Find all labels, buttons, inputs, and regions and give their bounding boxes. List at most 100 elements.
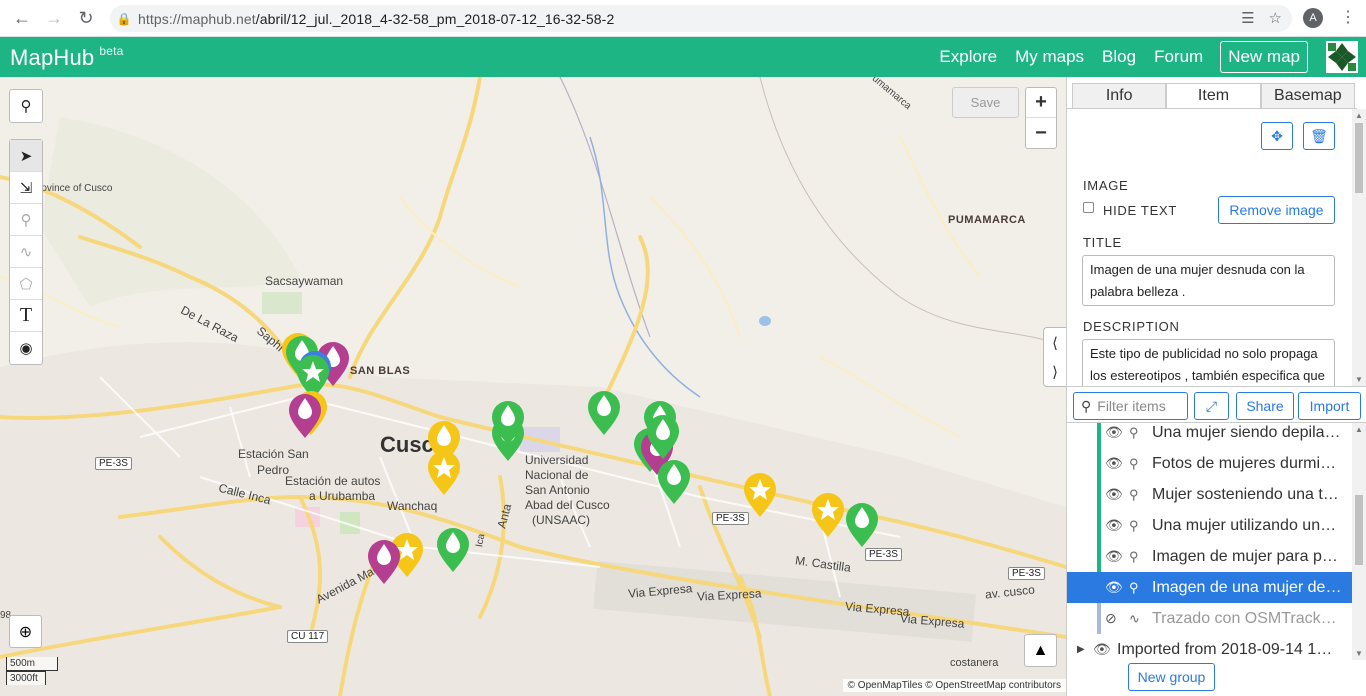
remove-image-button[interactable]: Remove image — [1218, 196, 1335, 224]
edit-arrow-icon[interactable]: ⇲ — [10, 172, 42, 204]
description-label: DESCRIPTION — [1083, 319, 1180, 334]
side-panel: Info Item Basemap ✥ 🗑 IMAGE HIDE TEXT Re… — [1066, 77, 1366, 696]
list-item[interactable]: ⊘ ∿ Trazado con OSMTrack… — [1067, 603, 1352, 634]
text-tool-icon[interactable]: T — [10, 300, 42, 332]
line-tool-icon[interactable]: ∿ — [10, 236, 42, 268]
search-icon[interactable]: ⚲ — [10, 90, 42, 122]
pin-icon: ⚲ — [1129, 517, 1139, 533]
eye-icon[interactable]: 👁 — [1105, 424, 1123, 441]
description-field[interactable]: Este tipo de publicidad no solo propaga … — [1082, 339, 1335, 386]
map-basemap — [0, 77, 1066, 696]
translate-icon[interactable]: ☰ — [1241, 9, 1254, 27]
label-university-2: Nacional de — [525, 468, 589, 482]
tab-basemap[interactable]: Basemap — [1260, 83, 1355, 108]
zoom-control: + − — [1025, 87, 1057, 149]
search-toolbar: ⚲ — [9, 89, 43, 123]
locate-me-icon[interactable]: ⊕ — [9, 615, 42, 648]
properties-scrollbar[interactable]: ▲ ▼ — [1352, 109, 1366, 386]
list-item[interactable]: 👁 ⚲ Mujer sosteniendo una t… — [1067, 479, 1352, 510]
chevron-right-icon[interactable]: ⟩ — [1052, 363, 1058, 381]
move-icon[interactable]: ✥ — [1261, 122, 1293, 150]
forward-arrow-icon[interactable]: → — [38, 2, 70, 34]
share-button[interactable]: Share — [1236, 392, 1294, 420]
polygon-tool-icon[interactable]: ⬠ — [10, 268, 42, 300]
item-properties: ✥ 🗑 IMAGE HIDE TEXT Remove image TITLE I… — [1067, 109, 1352, 386]
label-university-3: San Antonio — [525, 483, 590, 497]
title-field[interactable]: Imagen de una mujer desnuda con la palab… — [1082, 255, 1335, 306]
road-shield: PE-3S — [1008, 567, 1045, 580]
camera-icon[interactable]: ◉ — [10, 332, 42, 364]
eye-icon[interactable]: 👁 — [1093, 641, 1111, 658]
items-toolbar: ⚲ Filter items ⤢ Share Import — [1067, 386, 1366, 423]
items-scrollbar[interactable]: ▲ ▼ — [1352, 423, 1366, 660]
address-bar[interactable]: 🔒 https://maphub.net/abril/12_jul._2018_… — [110, 5, 1292, 32]
list-item-selected[interactable]: 👁 ⚲ Imagen de una mujer de… — [1067, 572, 1352, 603]
top-navigation: Explore My maps Blog Forum New map — [921, 37, 1308, 77]
profile-avatar[interactable]: A — [1303, 8, 1323, 28]
save-button[interactable]: Save — [952, 87, 1019, 118]
hide-text-label[interactable]: HIDE TEXT — [1103, 203, 1177, 218]
tab-info[interactable]: Info — [1072, 83, 1167, 108]
eye-icon[interactable]: 👁 — [1105, 455, 1123, 472]
list-item[interactable]: 👁 ⚲ Una mujer utilizando un… — [1067, 510, 1352, 541]
nav-forum[interactable]: Forum — [1154, 47, 1203, 67]
zoom-in-button[interactable]: + — [1026, 88, 1056, 118]
panel-toggle[interactable]: ⟨ ⟩ — [1043, 327, 1066, 387]
label-sacsaywaman: Sacsaywaman — [265, 274, 344, 288]
eye-icon[interactable]: 👁 — [1105, 548, 1123, 565]
import-button[interactable]: Import — [1298, 392, 1361, 420]
nav-blog[interactable]: Blog — [1102, 47, 1136, 67]
label-wanchaq: Wanchaq — [387, 499, 438, 513]
new-map-button[interactable]: New map — [1220, 41, 1308, 73]
pin-icon: ⚲ — [1129, 486, 1139, 502]
chevron-left-icon[interactable]: ⟨ — [1052, 334, 1058, 352]
nav-explore[interactable]: Explore — [939, 47, 997, 67]
label-university-1: Universidad — [525, 453, 589, 467]
filter-input[interactable]: ⚲ Filter items — [1073, 392, 1188, 420]
list-item[interactable]: 👁 ⚲ Fotos de mujeres durmi… — [1067, 448, 1352, 479]
new-group-button[interactable]: New group — [1128, 663, 1215, 691]
label-pumamarca: PUMAMARCA — [948, 214, 1026, 226]
app-header: MapHub beta Explore My maps Blog Forum Ne… — [0, 37, 1366, 77]
road-shield: PE-3S — [712, 512, 749, 525]
browser-menu-icon[interactable]: ⋮ — [1340, 8, 1356, 28]
north-arrow-icon[interactable]: ▲ — [1024, 634, 1057, 667]
label-cusco: Cusco — [380, 432, 448, 457]
label-estacion-autos: Estación de autos — [285, 474, 381, 488]
back-arrow-icon[interactable]: ← — [6, 2, 38, 34]
bookmark-star-icon[interactable]: ☆ — [1269, 9, 1282, 27]
pin-icon: ⚲ — [1129, 548, 1139, 564]
label-province: rovince of Cusco — [38, 183, 113, 194]
panel-tabs: Info Item Basemap — [1072, 83, 1355, 108]
eye-slash-icon[interactable]: ⊘ — [1105, 610, 1117, 627]
map-attribution[interactable]: © OpenMapTiles © OpenStreetMap contribut… — [842, 679, 1066, 692]
zoom-out-button[interactable]: − — [1026, 118, 1056, 148]
list-item[interactable]: 👁 ⚲ Imagen de mujer para p… — [1067, 541, 1352, 572]
reload-icon[interactable]: ↻ — [70, 2, 102, 34]
search-icon: ⚲ — [1081, 397, 1092, 414]
expand-icon[interactable]: ⤢ — [1194, 392, 1229, 420]
nav-my-maps[interactable]: My maps — [1015, 47, 1084, 67]
hide-text-checkbox[interactable] — [1083, 202, 1094, 213]
pin-icon: ⚲ — [1129, 455, 1139, 471]
user-avatar[interactable] — [1326, 41, 1358, 73]
pin-icon: ⚲ — [1129, 424, 1139, 440]
label-university-5: (UNSAAC) — [532, 513, 591, 527]
label-university-4: Abad del Cusco — [525, 498, 610, 512]
eye-icon[interactable]: 👁 — [1105, 517, 1123, 534]
trash-icon[interactable]: 🗑 — [1303, 122, 1335, 150]
tab-item[interactable]: Item — [1166, 83, 1261, 108]
brand-logo[interactable]: MapHub beta — [10, 44, 124, 71]
caret-right-icon[interactable]: ▶ — [1077, 644, 1085, 655]
point-marker-icon[interactable]: ⚲ — [10, 204, 42, 236]
map-canvas[interactable]: rovince of Cusco Sacsaywaman SAN BLAS Cu… — [0, 77, 1066, 696]
eye-icon[interactable]: 👁 — [1105, 579, 1123, 596]
select-arrow-icon[interactable]: ➤ — [10, 140, 42, 172]
list-item[interactable]: 👁 ⚲ Una mujer siendo depila… — [1067, 423, 1352, 448]
eye-icon[interactable]: 👁 — [1105, 486, 1123, 503]
image-label: IMAGE — [1083, 178, 1129, 193]
group-row[interactable]: ▶ 👁 Imported from 2018-09-14 1… — [1067, 634, 1352, 660]
label-costanera: costanera — [950, 657, 999, 669]
label-san-blas: SAN BLAS — [350, 365, 411, 377]
scale-bar: 500m 3000ft — [6, 657, 58, 685]
